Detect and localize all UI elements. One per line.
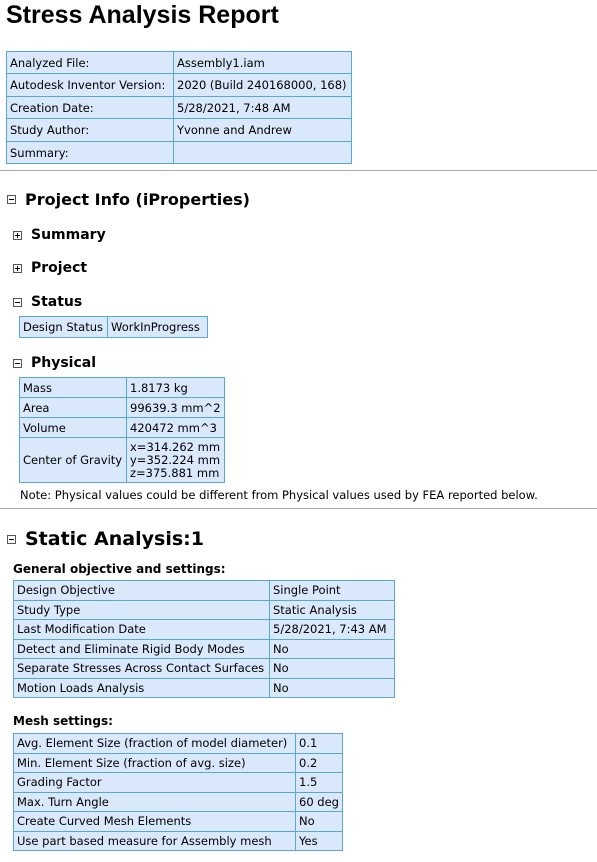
general-settings-heading: General objective and settings: bbox=[13, 562, 226, 576]
mesh-label: Max. Turn Angle bbox=[13, 791, 296, 812]
mesh-value: 0.2 bbox=[295, 752, 343, 773]
physical-table: Mass 1.8173 kg Area 99639.3 mm^2 Volume … bbox=[19, 377, 225, 483]
table-row: Volume 420472 mm^3 bbox=[19, 417, 225, 438]
project-section-title: Project bbox=[31, 260, 88, 276]
mesh-label: Grading Factor bbox=[13, 772, 296, 793]
file-info-value: Yvonne and Andrew bbox=[173, 118, 352, 142]
mesh-label: Use part based measure for Assembly mesh bbox=[13, 830, 296, 851]
collapse-icon[interactable] bbox=[7, 534, 16, 544]
general-settings-table: Design Objective Single Point Study Type… bbox=[13, 580, 395, 698]
report-title: Stress Analysis Report bbox=[6, 1, 279, 29]
table-row: Use part based measure for Assembly mesh… bbox=[13, 830, 343, 851]
mesh-value: Yes bbox=[295, 830, 343, 851]
file-info-label: Summary: bbox=[6, 141, 174, 164]
collapse-icon[interactable] bbox=[7, 195, 16, 204]
table-row: Avg. Element Size (fraction of model dia… bbox=[13, 733, 343, 754]
setting-value: 5/28/2021, 7:43 AM bbox=[269, 619, 395, 640]
setting-value: Single Point bbox=[269, 580, 395, 601]
physical-label: Volume bbox=[19, 417, 127, 438]
table-row: Max. Turn Angle 60 deg bbox=[13, 791, 343, 812]
table-row: Area 99639.3 mm^2 bbox=[19, 397, 225, 418]
mesh-value: 0.1 bbox=[295, 733, 343, 754]
status-section-header[interactable]: Status bbox=[13, 294, 82, 310]
physical-value: 1.8173 kg bbox=[126, 377, 225, 398]
physical-value: 99639.3 mm^2 bbox=[126, 397, 225, 418]
expand-icon[interactable] bbox=[13, 230, 22, 240]
table-row: Study Author: Yvonne and Andrew bbox=[6, 118, 352, 142]
file-info-value: 2020 (Build 240168000, 168) bbox=[173, 73, 352, 97]
static-analysis-header[interactable]: Static Analysis:1 bbox=[7, 528, 204, 550]
table-row: Separate Stresses Across Contact Surface… bbox=[13, 658, 395, 679]
project-section-header[interactable]: Project bbox=[13, 260, 87, 276]
table-row: Center of Gravity x=314.262 mm y=352.224… bbox=[19, 437, 225, 483]
file-info-value: 5/28/2021, 7:48 AM bbox=[173, 96, 352, 119]
setting-label: Detect and Eliminate Rigid Body Modes bbox=[13, 638, 270, 659]
setting-label: Design Objective bbox=[13, 580, 270, 601]
mesh-label: Avg. Element Size (fraction of model dia… bbox=[13, 733, 296, 754]
file-info-label: Analyzed File: bbox=[6, 51, 174, 74]
cog-z: z=375.881 mm bbox=[130, 465, 220, 480]
physical-section-title: Physical bbox=[31, 355, 97, 371]
setting-value: No bbox=[269, 677, 395, 698]
table-row: Detect and Eliminate Rigid Body Modes No bbox=[13, 638, 395, 659]
mesh-value: No bbox=[295, 811, 343, 832]
file-info-table: Analyzed File: Assembly1.iam Autodesk In… bbox=[6, 51, 352, 164]
mesh-value: 60 deg bbox=[295, 791, 343, 812]
mesh-settings-heading: Mesh settings: bbox=[13, 714, 113, 728]
mesh-label: Min. Element Size (fraction of avg. size… bbox=[13, 752, 296, 773]
table-row: Analyzed File: Assembly1.iam bbox=[6, 51, 352, 74]
file-info-value bbox=[173, 141, 352, 164]
mesh-value: 1.5 bbox=[295, 772, 343, 793]
status-label: Design Status bbox=[19, 316, 108, 338]
file-info-label: Creation Date: bbox=[6, 96, 174, 119]
divider bbox=[0, 508, 597, 509]
physical-value: 420472 mm^3 bbox=[126, 417, 225, 438]
summary-section-title: Summary bbox=[31, 227, 106, 243]
setting-label: Last Modification Date bbox=[13, 619, 270, 640]
physical-section-header[interactable]: Physical bbox=[13, 355, 96, 371]
file-info-label: Autodesk Inventor Version: bbox=[6, 73, 174, 97]
setting-value: Static Analysis bbox=[269, 599, 395, 620]
table-row: Mass 1.8173 kg bbox=[19, 377, 225, 398]
table-row: Study Type Static Analysis bbox=[13, 599, 395, 620]
physical-value: x=314.262 mm y=352.224 mm z=375.881 mm bbox=[126, 437, 225, 483]
table-row: Design Objective Single Point bbox=[13, 580, 395, 601]
file-info-label: Study Author: bbox=[6, 118, 174, 142]
file-info-value: Assembly1.iam bbox=[173, 51, 352, 74]
setting-label: Study Type bbox=[13, 599, 270, 620]
status-table: Design Status WorkInProgress bbox=[19, 316, 208, 338]
cog-y: y=352.224 mm bbox=[130, 452, 221, 467]
table-row: Last Modification Date 5/28/2021, 7:43 A… bbox=[13, 619, 395, 640]
static-analysis-title: Static Analysis:1 bbox=[25, 528, 204, 550]
collapse-icon[interactable] bbox=[13, 358, 22, 368]
physical-label: Center of Gravity bbox=[19, 437, 127, 483]
summary-section-header[interactable]: Summary bbox=[13, 227, 106, 243]
table-row: Creation Date: 5/28/2021, 7:48 AM bbox=[6, 96, 352, 119]
physical-label: Mass bbox=[19, 377, 127, 398]
mesh-settings-table: Avg. Element Size (fraction of model dia… bbox=[13, 733, 343, 851]
table-row: Grading Factor 1.5 bbox=[13, 772, 343, 793]
expand-icon[interactable] bbox=[13, 263, 22, 273]
status-value: WorkInProgress bbox=[107, 316, 208, 338]
cog-x: x=314.262 mm bbox=[130, 439, 221, 454]
setting-label: Separate Stresses Across Contact Surface… bbox=[13, 658, 270, 679]
divider bbox=[0, 170, 597, 171]
physical-note: Note: Physical values could be different… bbox=[20, 488, 538, 502]
table-row: Design Status WorkInProgress bbox=[19, 316, 208, 338]
setting-value: No bbox=[269, 658, 395, 679]
mesh-label: Create Curved Mesh Elements bbox=[13, 811, 296, 832]
physical-label: Area bbox=[19, 397, 127, 418]
setting-value: No bbox=[269, 638, 395, 659]
table-row: Min. Element Size (fraction of avg. size… bbox=[13, 752, 343, 773]
table-row: Autodesk Inventor Version: 2020 (Build 2… bbox=[6, 73, 352, 97]
project-info-header[interactable]: Project Info (iProperties) bbox=[7, 190, 250, 209]
table-row: Motion Loads Analysis No bbox=[13, 677, 395, 698]
project-info-title: Project Info (iProperties) bbox=[25, 190, 250, 209]
table-row: Create Curved Mesh Elements No bbox=[13, 811, 343, 832]
status-section-title: Status bbox=[31, 294, 83, 310]
setting-label: Motion Loads Analysis bbox=[13, 677, 270, 698]
table-row: Summary: bbox=[6, 141, 352, 164]
collapse-icon[interactable] bbox=[13, 297, 22, 307]
